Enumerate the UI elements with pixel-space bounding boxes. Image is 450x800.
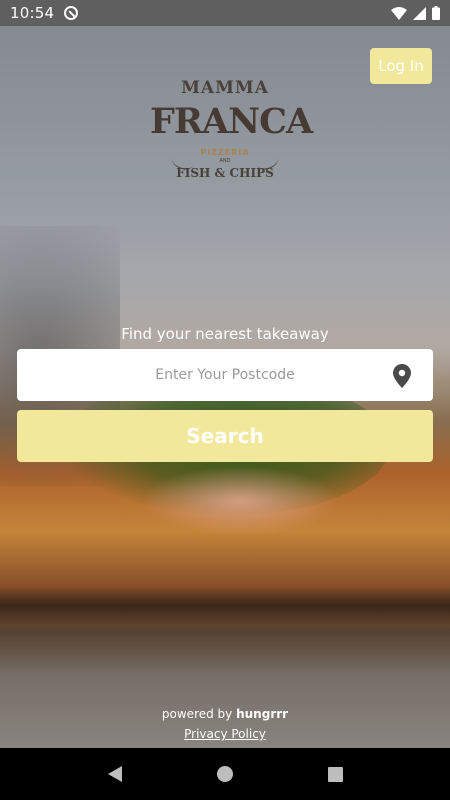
logo-text-pizzeria: PIZZERIA <box>200 148 250 157</box>
home-icon[interactable] <box>216 766 233 782</box>
signal-icon <box>413 6 426 20</box>
status-time: 10:54 <box>10 4 55 22</box>
login-button[interactable]: Log In <box>370 48 432 84</box>
postcode-field <box>17 348 433 402</box>
logo-text-and: AND <box>219 158 231 164</box>
privacy-policy-link[interactable]: Privacy Policy <box>0 727 450 741</box>
powered-by: powered by hungrrr <box>0 707 450 721</box>
status-icons <box>391 6 440 20</box>
powered-by-prefix: powered by <box>161 707 233 721</box>
at-sign-icon <box>64 6 79 20</box>
status-bar: 10:54 <box>0 0 450 26</box>
brand-logo: MAMMA FRANCA PIZZERIA AND FISH & CHIPS <box>150 74 313 190</box>
navigation-bar <box>0 748 450 800</box>
powered-by-brand: hungrrr <box>236 707 289 721</box>
back-icon[interactable] <box>107 766 122 782</box>
battery-icon <box>432 6 440 20</box>
postcode-input[interactable] <box>17 348 433 402</box>
logo-text-main: FRANCA <box>150 101 313 142</box>
recents-icon[interactable] <box>327 766 343 782</box>
wifi-icon <box>391 6 407 20</box>
logo-text-fish-chips: FISH & CHIPS <box>176 166 274 180</box>
find-takeaway-label: Find your nearest takeaway <box>121 325 329 343</box>
logo-text-top: MAMMA <box>181 78 269 98</box>
search-button[interactable]: Search <box>17 410 433 462</box>
location-pin-icon[interactable] <box>393 364 411 388</box>
